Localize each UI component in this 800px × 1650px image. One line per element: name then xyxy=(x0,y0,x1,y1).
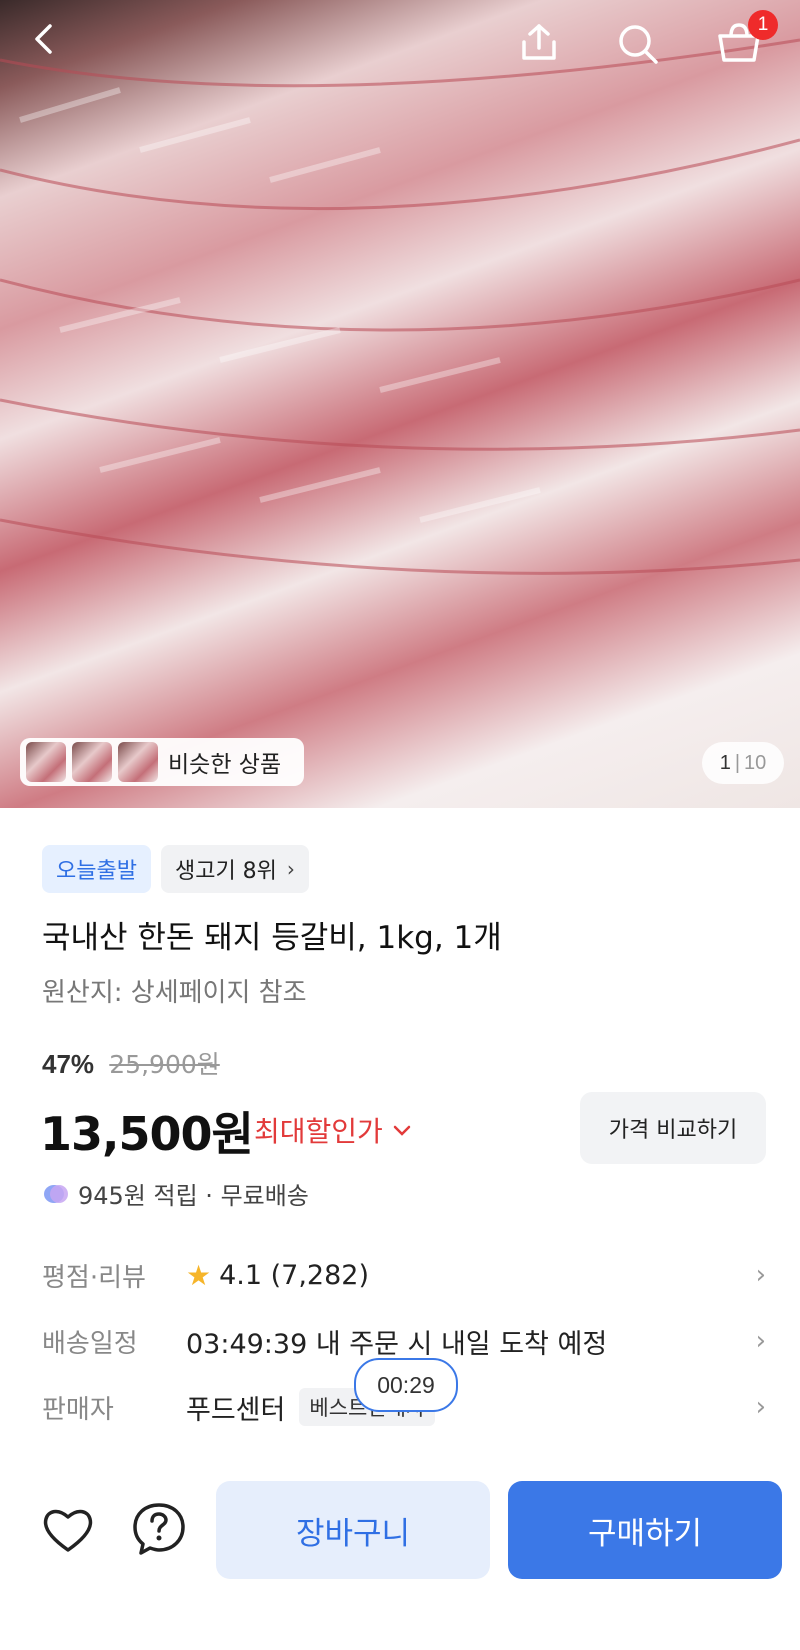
search-button[interactable] xyxy=(616,22,664,70)
image-counter-separator: | xyxy=(734,751,741,774)
add-to-cart-button[interactable]: 장바구니 xyxy=(216,1481,490,1579)
rewards-row: 945원 적립 · 무료배송 xyxy=(42,1176,309,1211)
max-discount-label: 최대할인가 xyxy=(254,1115,383,1148)
cart-button[interactable]: 1 xyxy=(716,10,778,70)
search-icon xyxy=(619,25,658,64)
delivery-label: 배송일정 xyxy=(42,1328,138,1359)
chevron-right-icon: › xyxy=(286,857,295,881)
rewards-text: 945원 적립 · 무료배송 xyxy=(78,1182,309,1210)
chevron-right-icon: › xyxy=(755,1392,766,1422)
chevron-right-icon: › xyxy=(755,1326,766,1356)
chevron-left-icon xyxy=(35,24,52,54)
rating-row[interactable]: 평점·리뷰 ★ 4.1 (7,282) › xyxy=(42,1250,766,1300)
compare-price-button[interactable]: 가격 비교하기 xyxy=(580,1092,766,1164)
seller-label: 판매자 xyxy=(42,1394,114,1425)
discount-row: 47% 25,900원 xyxy=(42,1045,220,1081)
ranking-tag[interactable]: 생고기 8위 › xyxy=(160,845,309,893)
seller-name: 푸드센터 xyxy=(186,1394,286,1426)
question-icon xyxy=(133,1503,185,1555)
buy-now-button[interactable]: 구매하기 xyxy=(508,1481,782,1579)
product-title: 국내산 한돈 돼지 등갈비, 1kg, 1개 xyxy=(42,920,502,956)
star-icon: ★ xyxy=(186,1258,212,1292)
reward-coin-icon xyxy=(44,1184,68,1203)
similar-thumb-2 xyxy=(72,742,112,782)
rating-value: 4.1 (7,282) xyxy=(219,1259,369,1291)
similar-products-label: 비슷한 상품 xyxy=(168,752,282,778)
heart-icon xyxy=(43,1509,93,1552)
original-price: 25,900원 xyxy=(109,1050,220,1079)
chevron-down-icon xyxy=(393,1118,411,1142)
product-image[interactable]: 1 비슷한 상품 1 | 10 xyxy=(0,0,800,808)
delivery-value: 03:49:39 내 주문 시 내일 도착 예정 xyxy=(186,1328,608,1360)
image-counter: 1 | 10 xyxy=(702,742,784,784)
ranking-tag-label: 생고기 8위 xyxy=(174,859,277,884)
question-button[interactable] xyxy=(130,1500,188,1558)
image-counter-current: 1 xyxy=(719,751,731,774)
image-counter-total: 10 xyxy=(744,751,767,774)
product-origin: 원산지: 상세페이지 참조 xyxy=(42,978,307,1008)
share-button[interactable] xyxy=(518,22,566,70)
similar-thumb-3 xyxy=(118,742,158,782)
back-button[interactable] xyxy=(28,22,76,70)
similar-products-button[interactable]: 비슷한 상품 xyxy=(20,738,304,786)
delivery-tag: 오늘출발 xyxy=(42,845,151,893)
rating-label: 평점·리뷰 xyxy=(42,1262,146,1293)
share-icon xyxy=(522,24,556,60)
cart-count-badge: 1 xyxy=(748,10,778,40)
ribs-photo xyxy=(0,38,800,575)
timer-bubble: 00:29 xyxy=(354,1358,458,1412)
discount-percent: 47% xyxy=(42,1049,95,1079)
chevron-right-icon: › xyxy=(755,1260,766,1290)
max-discount-dropdown[interactable]: 최대할인가 xyxy=(254,1110,411,1150)
sale-price: 13,500원 xyxy=(40,1107,254,1161)
wishlist-button[interactable] xyxy=(40,1502,96,1558)
product-tags: 오늘출발 생고기 8위 › xyxy=(42,845,309,893)
similar-thumb-1 xyxy=(26,742,66,782)
